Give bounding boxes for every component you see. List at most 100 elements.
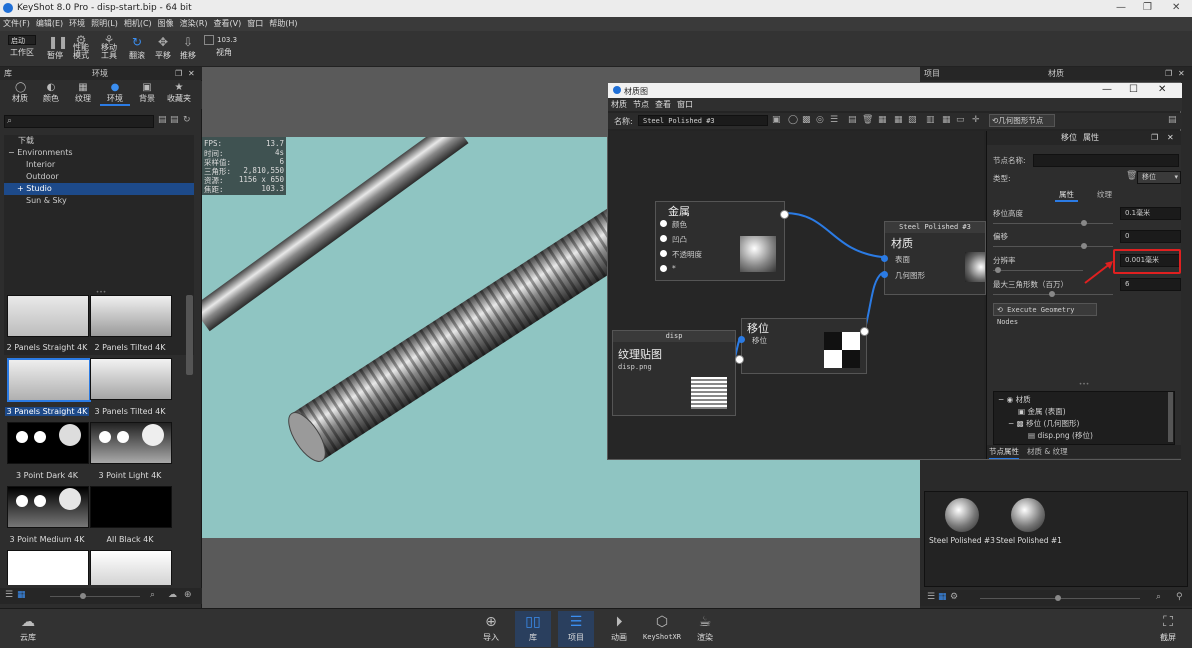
max-triangles-slider[interactable] [993, 291, 1113, 297]
collapse-icon[interactable]: − [1008, 419, 1017, 428]
tab-node-properties[interactable]: 节点属性 [989, 445, 1019, 459]
offset-slider[interactable] [993, 243, 1113, 249]
tab-properties[interactable]: 属性 [1055, 189, 1078, 202]
checker-icon[interactable]: ▩ [802, 115, 811, 125]
splitter-handle[interactable]: ••• [987, 382, 1181, 388]
execute-geometry-nodes-button[interactable]: ⟲ Execute Geometry Nodes [993, 303, 1097, 326]
close-panel-icon[interactable]: ✕ [188, 67, 195, 80]
metal-port-bump[interactable] [660, 235, 667, 242]
menu-lighting[interactable]: 照明(L) [88, 17, 121, 31]
add-icon[interactable]: ⊕ [184, 590, 192, 600]
env-thumb-all-black[interactable] [90, 486, 172, 528]
node-group-icon[interactable]: ▦ [894, 115, 903, 125]
metal-port-color[interactable] [660, 220, 667, 227]
screenshot-button[interactable]: ⛶ 截屏 [1150, 611, 1186, 647]
list-view-icon[interactable]: ☰ [927, 592, 935, 602]
env-thumb-2-panels-tilted[interactable] [90, 295, 172, 337]
pan-button[interactable]: ✥ 平移 [152, 31, 174, 67]
slider-knob[interactable] [1055, 595, 1061, 601]
rotate-button[interactable]: ↻ 翻滚 [126, 31, 148, 69]
fit-icon[interactable]: ✛ [972, 115, 980, 125]
node-name-input[interactable] [1033, 154, 1179, 167]
material-root-node[interactable]: Steel Polished #3 材质 表面 几何图形 [881, 221, 986, 295]
performance-mode-button[interactable]: ⚙ 性能 模式 [70, 31, 92, 67]
menu-environment[interactable]: 环境 [66, 17, 88, 31]
close-icon[interactable]: ✕ [1172, 2, 1180, 13]
graph-menu-window[interactable]: 窗口 [674, 98, 696, 111]
graph-menu-view[interactable]: 查看 [652, 98, 674, 111]
tab-materials[interactable]: ◯ 材质 [5, 83, 35, 104]
cloud-upload-icon[interactable]: ☁ [168, 590, 177, 600]
type-select[interactable]: 移位 ▾ [1137, 171, 1181, 184]
tree-item-environments[interactable]: − Environments [4, 147, 194, 159]
geometry-nodes-button[interactable]: ⟲几何图形节点 [989, 114, 1055, 127]
sphere-preview-icon[interactable]: ◯ [788, 115, 798, 125]
keyshotxr-button[interactable]: ⬡ KeyShotXR [641, 611, 683, 647]
tab-backgrounds[interactable]: ▣ 背景 [132, 83, 162, 104]
material-port-surface[interactable] [881, 255, 888, 262]
grid-view-icon[interactable]: ▦ [938, 592, 947, 602]
tree-item-studio[interactable]: + Studio [4, 183, 194, 195]
minimize-icon[interactable]: — [1116, 2, 1126, 13]
zoom-icon[interactable]: ⌕ [1156, 592, 1161, 602]
tree-item-disp-png[interactable]: ▤ disp.png (移位) [1028, 430, 1093, 441]
tree-item-outdoor[interactable]: Outdoor [4, 171, 194, 183]
tree-item-metal[interactable]: ▣ 金属 (表面) [1018, 406, 1066, 417]
env-thumb-3-panels-tilted[interactable] [90, 358, 172, 400]
pin-icon[interactable]: ⚲ [1176, 592, 1183, 602]
render-button[interactable]: ☕ 渲染 [687, 611, 723, 647]
material-port-geometry[interactable] [881, 271, 888, 278]
tab-environments[interactable]: ● 环境 [100, 83, 130, 106]
minimize-icon[interactable]: — [1102, 84, 1112, 95]
graph-menu-material[interactable]: 材质 [608, 98, 630, 111]
slider-knob[interactable] [1081, 243, 1087, 249]
collapse-icon[interactable]: − [998, 395, 1007, 404]
texture-map-node[interactable]: disp 纹理贴图 disp.png [612, 330, 744, 416]
env-thumb-2-panels-straight[interactable] [7, 295, 89, 337]
menu-file[interactable]: 文件(F) [0, 17, 33, 31]
disp-height-input[interactable]: 0.1毫米 [1120, 207, 1181, 220]
slider-knob[interactable] [80, 593, 86, 599]
settings-icon[interactable]: ⚙ [950, 592, 958, 602]
menu-image[interactable]: 图像 [155, 17, 177, 31]
env-thumb-3-point-medium[interactable] [7, 486, 89, 528]
max-triangles-input[interactable]: 6 [1120, 278, 1181, 291]
displacement-node[interactable]: 移位 移位 [738, 318, 869, 374]
tab-texture[interactable]: 纹理 [1093, 189, 1116, 200]
project-button[interactable]: ☰ 项目 [558, 611, 594, 647]
splitter-handle[interactable]: ••• [0, 290, 202, 296]
close-icon[interactable]: ✕ [1158, 84, 1166, 95]
close-panel-icon[interactable]: ✕ [1167, 131, 1174, 145]
metal-node[interactable]: 金属 颜色 凹凸 不透明度 * [655, 201, 789, 281]
metal-port-extra[interactable] [660, 265, 667, 272]
menu-render[interactable]: 渲染(R) [177, 17, 211, 31]
layers-icon[interactable]: ☰ [830, 115, 838, 125]
node-icon[interactable]: ▦ [878, 115, 887, 125]
tab-colors[interactable]: ◐ 颜色 [36, 83, 66, 104]
folder-icon[interactable]: ▤ [158, 115, 167, 125]
align-icon[interactable]: ▥ [926, 115, 935, 125]
node-graph-canvas[interactable]: 金属 颜色 凹凸 不透明度 * Steel Polished #3 材质 表面 … [610, 131, 986, 459]
save-material-icon[interactable]: ▣ [772, 115, 781, 125]
slider-knob[interactable] [1049, 291, 1055, 297]
material-thumb-steel-1[interactable] [1011, 498, 1045, 532]
workspace-select[interactable]: 启动 [8, 35, 36, 45]
disp-output-port[interactable] [860, 327, 869, 336]
graph-menu-node[interactable]: 节点 [630, 98, 652, 111]
resolution-slider[interactable] [993, 267, 1083, 273]
menu-view[interactable]: 查看(V) [210, 17, 244, 31]
collapse-icon[interactable]: − [8, 148, 17, 157]
menu-help[interactable]: 帮助(H) [266, 17, 300, 31]
material-thumb-size-slider[interactable] [980, 595, 1140, 601]
offset-input[interactable]: 0 [1120, 230, 1181, 243]
zoom-icon[interactable]: ⌕ [150, 590, 155, 600]
slider-knob[interactable] [995, 267, 1001, 273]
thumb-size-slider[interactable] [50, 593, 140, 599]
grid-view-icon[interactable]: ▦ [17, 590, 26, 600]
float-panel-icon[interactable]: ❐ [1165, 67, 1172, 80]
material-name-input[interactable]: Steel Polished #3 [638, 115, 768, 126]
list-view-icon[interactable]: ☰ [5, 590, 13, 600]
move-tool-button[interactable]: ⚘ 移动 工具 [97, 31, 121, 67]
copy-icon[interactable]: ▤ [848, 115, 857, 125]
panel-menu-icon[interactable]: ▤ [1168, 115, 1177, 125]
